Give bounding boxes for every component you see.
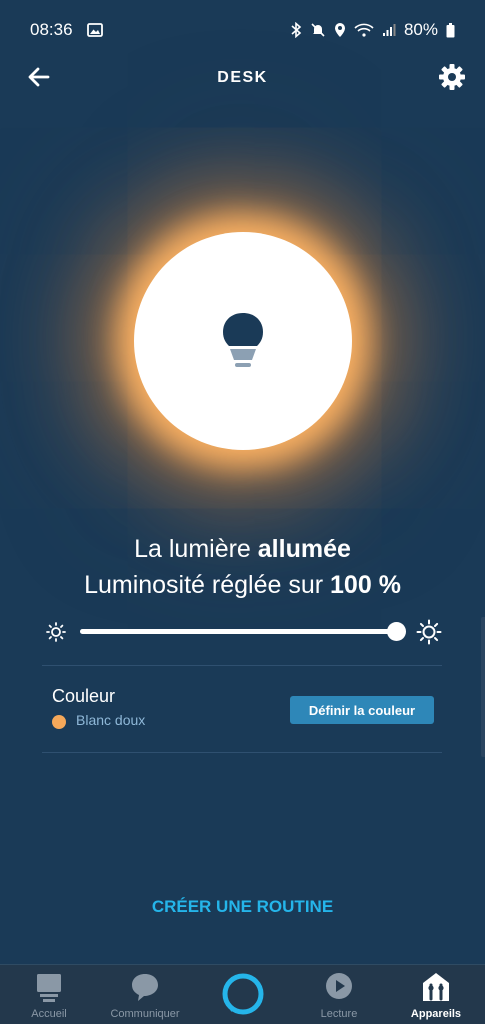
bluetooth-icon [291, 22, 302, 38]
back-arrow-icon[interactable] [26, 64, 52, 90]
create-routine-link[interactable]: CRÉER UNE ROUTINE [0, 897, 485, 917]
divider-bottom [42, 752, 442, 753]
divider-top [42, 665, 442, 666]
light-state-value: allumée [257, 535, 351, 563]
brightness-slider-row [0, 615, 485, 649]
gallery-icon [86, 23, 103, 37]
chat-bubble-icon [132, 974, 158, 1001]
brightness-prefix: Luminosité réglée sur [84, 571, 331, 599]
nav-item-communiquer[interactable]: Communiquer [100, 965, 190, 1024]
mute-icon [311, 23, 325, 37]
brightness-high-icon[interactable] [416, 619, 442, 645]
app-header: DESK [0, 56, 485, 100]
light-state-prefix: La lumière [134, 535, 258, 563]
nav-item-appareils[interactable]: Appareils [391, 965, 481, 1024]
nav-label-lecture: Lecture [320, 1008, 358, 1020]
clock: 08:36 [30, 20, 73, 39]
brightness-text: Luminosité réglée sur 100 % [0, 568, 485, 602]
nav-label-communiquer: Communiquer [110, 1008, 180, 1020]
brightness-value: 100 % [330, 571, 401, 599]
alexa-icon[interactable] [222, 973, 264, 1015]
color-section-label: Couleur [52, 686, 116, 706]
brightness-slider-fill [80, 629, 397, 634]
bottom-nav: Accueil Communiquer Lecture Appareils [0, 964, 485, 1024]
nav-item-lecture[interactable]: Lecture [294, 965, 384, 1024]
status-right: 80% [290, 20, 455, 40]
edge-panel-handle[interactable] [481, 617, 485, 757]
light-bulb-icon [223, 313, 263, 367]
nav-label-appareils: Appareils [410, 1008, 462, 1020]
nav-label-accueil: Accueil [31, 1008, 67, 1020]
status-left: 08:36 [30, 20, 103, 40]
location-icon [334, 23, 345, 37]
status-bar: 08:36 80% [0, 0, 485, 60]
gear-icon[interactable] [437, 62, 467, 92]
devices-icon [423, 973, 449, 1001]
wifi-icon [354, 23, 374, 37]
color-swatch [52, 715, 66, 729]
nav-item-accueil[interactable]: Accueil [4, 965, 94, 1024]
brightness-slider[interactable] [80, 622, 406, 641]
play-icon [326, 973, 352, 999]
light-toggle-orb[interactable] [134, 232, 352, 450]
color-value: Blanc doux [76, 712, 146, 728]
battery-icon [446, 22, 455, 37]
page-title: DESK [217, 69, 268, 86]
home-icon [37, 974, 61, 1002]
brightness-low-icon[interactable] [45, 621, 67, 643]
set-color-button[interactable]: Définir la couleur [290, 696, 434, 724]
light-state-text: La lumière allumée [0, 532, 485, 566]
brightness-slider-thumb[interactable] [387, 622, 406, 641]
battery-percent: 80% [403, 20, 438, 39]
signal-icon [382, 24, 396, 36]
